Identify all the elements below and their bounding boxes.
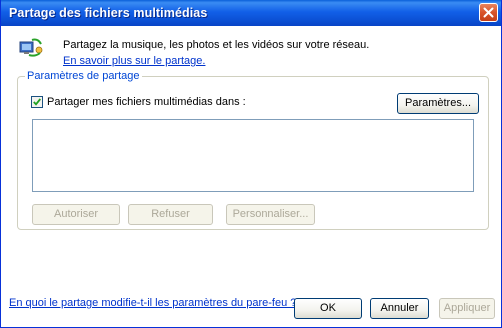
learn-more-link[interactable]: En savoir plus sur le partage. [63,55,205,67]
window-title: Partage des fichiers multimédias [9,6,208,20]
cancel-button[interactable]: Annuler [370,298,429,319]
allow-button[interactable]: Autoriser [32,204,120,225]
devices-list[interactable] [32,119,474,192]
dialog-window: Partage des fichiers multimédias Partage… [0,0,502,328]
share-media-checkbox[interactable] [31,96,43,108]
sharing-settings-label: Paramètres de partage [25,70,142,82]
checkmark-icon [33,98,41,106]
settings-button[interactable]: Paramètres... [397,93,479,114]
firewall-info-link[interactable]: En quoi le partage modifie-t-il les para… [9,297,296,309]
title-bar[interactable]: Partage des fichiers multimédias [1,0,501,26]
apply-button[interactable]: Appliquer [439,298,495,319]
close-button[interactable] [479,3,498,22]
firewall-info-link-label: En quoi le partage modifie-t-il les para… [9,297,297,309]
media-sharing-icon [19,38,43,57]
share-media-checkbox-label[interactable]: Partager mes fichiers multimédias dans : [47,96,246,108]
header-description: Partagez la musique, les photos et les v… [63,39,370,51]
close-icon [483,7,494,18]
deny-button[interactable]: Refuser [128,204,213,225]
dialog-content: Partagez la musique, les photos et les v… [1,26,501,327]
ok-button[interactable]: OK [294,298,362,319]
customize-button[interactable]: Personnaliser... [226,204,315,225]
learn-more-link-label: En savoir plus sur le partage. [63,55,206,67]
